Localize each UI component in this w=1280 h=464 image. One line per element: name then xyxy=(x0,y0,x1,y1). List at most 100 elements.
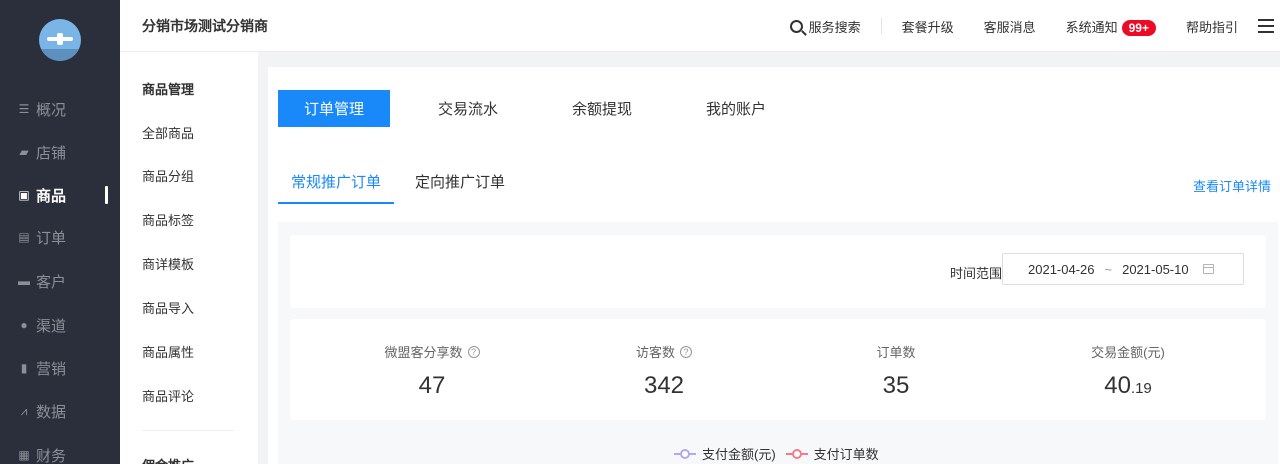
shop-name[interactable]: 分销市场测试分销商 xyxy=(142,16,268,36)
goods-icon: ▣ xyxy=(18,188,30,202)
nav-item-label: 概况 xyxy=(36,101,67,119)
nav-item-label: 订单 xyxy=(36,229,67,247)
nav-item-store[interactable]: ▰ 店铺 xyxy=(0,137,120,167)
nav-item-label: 渠道 xyxy=(36,317,67,335)
tab-transactions[interactable]: 交易流水 xyxy=(412,90,524,127)
view-order-details-link[interactable]: 查看订单详情 xyxy=(1193,176,1271,195)
order-icon: ▤ xyxy=(18,230,30,244)
system-notice-label: 系统通知 xyxy=(1065,19,1118,35)
subtab-directed-orders[interactable]: 定向推广订单 xyxy=(402,171,518,204)
header-actions: 服务搜索 套餐升级 客服消息 系统通知 99+ 帮助指引 xyxy=(789,0,1280,52)
chart-legend: 支付金额(元) 支付订单数 xyxy=(674,444,889,463)
stat-value: 47 xyxy=(418,372,446,399)
stat-value: 40.19 xyxy=(1008,372,1248,400)
range-separator: ~ xyxy=(1104,261,1113,277)
nav-item-label: 营销 xyxy=(36,360,67,378)
tab-order-management[interactable]: 订单管理 xyxy=(278,90,391,127)
time-range-label: 时间范围 xyxy=(949,266,1002,281)
divider xyxy=(142,430,234,431)
order-subtabs: 常规推广订单 定向推广订单 xyxy=(278,171,526,204)
stat-label-wrap: 订单数 xyxy=(876,342,915,361)
stat-value: 35 xyxy=(882,372,910,399)
customer-service-link[interactable]: 客服消息 xyxy=(984,17,1036,36)
stat-visitors: 访客数 ? 342 xyxy=(544,342,784,400)
nav-item-order[interactable]: ▤ 订单 xyxy=(0,222,120,252)
bar-chart-icon: ▮ xyxy=(20,361,28,375)
menu-icon[interactable] xyxy=(1258,19,1274,33)
secondary-sidebar: 商品管理 全部商品 商品分组 商品标签 商详模板 商品导入 商品属性 商品评论 … xyxy=(120,52,258,464)
section-title-goods-management: 商品管理 xyxy=(142,82,195,97)
legend-item-pay-orders[interactable]: 支付订单数 xyxy=(785,444,879,463)
logo[interactable] xyxy=(39,19,81,61)
nav-item-customer[interactable]: ▬ 客户 xyxy=(0,266,120,296)
stat-label-wrap: 交易金额(元) xyxy=(1091,342,1165,361)
calculator-icon: ▦ xyxy=(18,448,30,462)
nav-item-label: 店铺 xyxy=(36,144,67,162)
nav-item-finance[interactable]: ▦ 财务 xyxy=(0,440,120,464)
legend-line-icon xyxy=(674,448,696,459)
subnav-item-goods-review[interactable]: 商品评论 xyxy=(142,386,194,405)
help-icon[interactable]: ? xyxy=(467,345,480,358)
subnav-item-detail-template[interactable]: 商详模板 xyxy=(142,254,194,273)
range-end: 2021-05-10 xyxy=(1122,261,1189,277)
subnav-item-goods-group[interactable]: 商品分组 xyxy=(142,166,194,185)
stats-area: 时间范围 2021-04-26 ~ 2021-05-10 微盟客分享数 ? 47… xyxy=(278,222,1278,464)
summary-card: 微盟客分享数 ? 47 访客数 ? 342 订单数 35 交易金额(元) 40.… xyxy=(290,319,1266,420)
stat-value-int: 40 xyxy=(1104,372,1131,399)
nav-item-overview[interactable]: ☰ 概况 xyxy=(0,94,120,124)
stat-label-wrap: 微盟客分享数 ? xyxy=(384,342,480,361)
help-guide-link[interactable]: 帮助指引 xyxy=(1186,17,1238,36)
nav-item-goods[interactable]: ▣ 商品 xyxy=(0,180,120,210)
legend-line-icon xyxy=(785,448,808,459)
tab-withdraw[interactable]: 余额提现 xyxy=(546,90,658,127)
stat-amount: 交易金额(元) 40.19 xyxy=(1008,342,1248,400)
subnav-item-goods-tag[interactable]: 商品标签 xyxy=(142,210,194,229)
service-search-label: 服务搜索 xyxy=(808,19,861,35)
date-range-picker[interactable]: 2021-04-26 ~ 2021-05-10 xyxy=(1002,253,1244,285)
active-indicator xyxy=(105,186,108,204)
system-notice-link[interactable]: 系统通知 99+ xyxy=(1066,17,1156,36)
nav-item-label: 数据 xyxy=(36,403,67,421)
nav-item-label: 财务 xyxy=(36,447,67,464)
legend-label: 支付金额(元) xyxy=(702,447,776,462)
nav-item-label: 客户 xyxy=(36,273,67,291)
list-icon: ☰ xyxy=(18,102,30,116)
stat-label: 微盟客分享数 xyxy=(384,345,463,360)
line-chart-icon: ⩘ xyxy=(20,403,28,418)
filter-card: 时间范围 2021-04-26 ~ 2021-05-10 xyxy=(290,235,1266,308)
section-title-commission: 佣金推广 xyxy=(142,455,194,464)
nav-item-label: 商品 xyxy=(36,187,67,205)
plan-upgrade-link[interactable]: 套餐升级 xyxy=(902,17,954,36)
subtab-regular-orders[interactable]: 常规推广订单 xyxy=(278,171,395,204)
left-nav: ☰ 概况 ▰ 店铺 ▣ 商品 ▤ 订单 ▬ 客户 ● 渠道 ▮ 营销 ⩘ 数据 … xyxy=(0,0,120,464)
nav-item-data[interactable]: ⩘ 数据 xyxy=(0,396,120,426)
main-panel: 订单管理 交易流水 余额提现 我的账户 常规推广订单 定向推广订单 查看订单详情… xyxy=(268,67,1280,464)
stat-orders: 订单数 35 xyxy=(776,342,1016,400)
calendar-icon xyxy=(1202,264,1214,274)
range-start: 2021-04-26 xyxy=(1028,261,1095,277)
legend-item-pay-amount[interactable]: 支付金额(元) xyxy=(674,444,776,463)
stat-label: 交易金额(元) xyxy=(1091,345,1165,360)
store-icon: ▰ xyxy=(19,145,29,159)
stat-value: 342 xyxy=(643,372,685,399)
main-tabs: 订单管理 交易流水 余额提现 我的账户 xyxy=(278,90,814,127)
stat-label: 访客数 xyxy=(635,345,675,360)
search-icon xyxy=(789,19,803,33)
help-icon[interactable]: ? xyxy=(680,345,692,358)
nav-item-marketing[interactable]: ▮ 营销 xyxy=(0,353,120,383)
legend-label: 支付订单数 xyxy=(813,447,879,462)
stat-label-wrap: 访客数 ? xyxy=(636,342,692,361)
stat-share-count: 微盟客分享数 ? 47 xyxy=(312,342,552,400)
nav-item-channel[interactable]: ● 渠道 xyxy=(0,310,120,340)
notice-badge: 99+ xyxy=(1121,19,1156,36)
subnav-item-goods-attribute[interactable]: 商品属性 xyxy=(142,342,194,361)
service-search[interactable]: 服务搜索 xyxy=(789,18,882,35)
stat-label: 订单数 xyxy=(876,345,916,360)
subnav-item-all-goods[interactable]: 全部商品 xyxy=(142,123,194,142)
tab-my-account[interactable]: 我的账户 xyxy=(680,90,792,127)
stat-value-decimal: .19 xyxy=(1130,380,1152,397)
top-header: 分销市场测试分销商 服务搜索 套餐升级 客服消息 系统通知 99+ 帮助指引 xyxy=(120,0,1280,52)
subnav-item-goods-import[interactable]: 商品导入 xyxy=(142,298,194,317)
vip-card-icon: ▬ xyxy=(18,274,30,288)
channel-icon: ● xyxy=(20,318,28,332)
